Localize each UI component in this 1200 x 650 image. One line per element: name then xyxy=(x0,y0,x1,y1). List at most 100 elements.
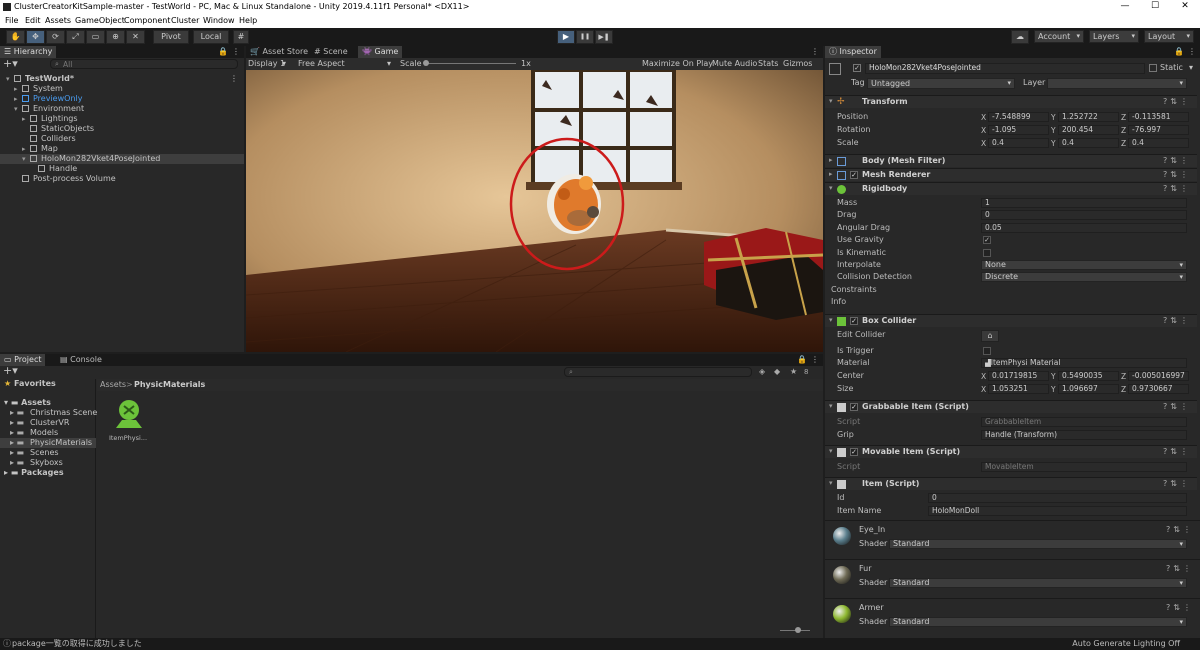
center-z-field[interactable]: -0.005016997 xyxy=(1128,371,1189,381)
tree-arrow-icon[interactable]: ▾ xyxy=(22,154,26,164)
rigidbody-options-icon[interactable]: ?⇅⋮ xyxy=(1163,184,1191,193)
rect-tool-icon[interactable]: ▭ xyxy=(86,30,105,44)
position-y-field[interactable]: 1.252722 xyxy=(1058,112,1119,122)
coll-dropdown[interactable]: Discrete xyxy=(981,272,1187,282)
position-z-field[interactable]: -0.113581 xyxy=(1128,112,1189,122)
project-search-input[interactable]: ⌕ xyxy=(564,367,752,377)
game-menu-icon[interactable]: ⋮ xyxy=(811,47,819,57)
movable-header[interactable]: ▾ ✓ Movable Item (Script) ?⇅⋮ xyxy=(825,445,1197,458)
cloud-icon[interactable]: ☁ xyxy=(1011,30,1029,44)
rotate-tool-icon[interactable]: ⟳ xyxy=(46,30,65,44)
edit-collider-button[interactable]: ⌂ xyxy=(981,330,999,342)
favorite-star-icon[interactable]: ★ xyxy=(790,367,797,377)
shader-dropdown[interactable]: Standard xyxy=(889,578,1187,588)
item-name-field[interactable]: HoloMonDoll xyxy=(928,506,1187,516)
tree-arrow-icon[interactable]: ▸ xyxy=(22,144,26,154)
tag-dropdown[interactable]: Untagged xyxy=(867,78,1015,89)
material-options-icon[interactable]: ?⇅⋮ xyxy=(1166,525,1194,535)
status-message[interactable]: package一覧の取得に成功しました xyxy=(12,639,142,649)
scale-y-field[interactable]: 0.4 xyxy=(1058,138,1119,148)
center-x-field[interactable]: 0.01719815 xyxy=(988,371,1049,381)
game-view-render[interactable] xyxy=(246,70,823,352)
transform-tool-icon[interactable]: ⊕ xyxy=(106,30,125,44)
gravity-checkbox[interactable]: ✓ xyxy=(983,236,991,244)
box-collider-header[interactable]: ▾ ✓ Box Collider ?⇅⋮ xyxy=(825,314,1197,327)
pivot-button[interactable]: Pivot xyxy=(153,30,189,44)
project-menu-icon[interactable]: ⋮ xyxy=(811,355,819,365)
breadcrumb-assets[interactable]: Assets xyxy=(100,380,126,390)
center-y-field[interactable]: 0.5490035 xyxy=(1058,371,1119,381)
folder-item[interactable]: ▸ ▬ PhysicMaterials xyxy=(0,438,96,448)
hierarchy-item[interactable]: Handle xyxy=(0,164,244,174)
menu-window[interactable]: Window xyxy=(203,16,235,25)
kinematic-checkbox[interactable] xyxy=(983,249,991,257)
id-field[interactable]: 0 xyxy=(928,493,1187,503)
size-z-field[interactable]: 0.9730667 xyxy=(1128,384,1189,394)
display-dropdown[interactable]: Display 1 xyxy=(248,59,285,69)
folder-item[interactable]: ▸ ▬ Scenes xyxy=(0,448,96,458)
box-collider-options-icon[interactable]: ?⇅⋮ xyxy=(1163,316,1191,325)
is-trigger-checkbox[interactable] xyxy=(983,347,991,355)
aspect-dropdown[interactable]: Free Aspect xyxy=(298,59,345,69)
favorites-item[interactable]: ★ Favorites xyxy=(4,379,56,389)
movable-checkbox[interactable]: ✓ xyxy=(850,448,858,456)
layer-dropdown[interactable] xyxy=(1047,78,1187,89)
hierarchy-item[interactable]: ▸ Lightings xyxy=(0,114,244,124)
play-button[interactable]: ▶ xyxy=(557,30,575,44)
tree-arrow-icon[interactable]: ▸ xyxy=(14,84,18,94)
menu-assets[interactable]: Assets xyxy=(45,16,71,25)
hierarchy-item[interactable]: Colliders xyxy=(0,134,244,144)
box-collider-checkbox[interactable]: ✓ xyxy=(850,317,858,325)
menu-help[interactable]: Help xyxy=(239,16,257,25)
packages-folder[interactable]: ▸ ▬ Packages xyxy=(4,468,64,478)
gizmos-dropdown[interactable]: Gizmos xyxy=(783,59,812,69)
move-tool-icon[interactable]: ✥ xyxy=(26,30,45,44)
icon-size-slider-thumb[interactable] xyxy=(795,627,801,633)
panel-menu-icon[interactable]: ⋮ xyxy=(232,47,240,57)
tab-console[interactable]: ▤ Console xyxy=(56,354,106,366)
lock-icon[interactable]: 🔒 xyxy=(218,47,228,57)
lighting-status[interactable]: Auto Generate Lighting Off xyxy=(1072,639,1180,649)
material-field[interactable]: ▟ItemPhysi Material xyxy=(981,358,1187,368)
menu-cluster[interactable]: Cluster xyxy=(171,16,199,25)
grabbable-header[interactable]: ▾ ✓ Grabbable Item (Script) ?⇅⋮ xyxy=(825,400,1197,413)
mute-audio-toggle[interactable]: Mute Audio xyxy=(712,59,757,69)
menu-gameobject[interactable]: GameObject xyxy=(75,16,125,25)
hierarchy-item[interactable]: ▾ TestWorld* ⋮ xyxy=(0,74,244,84)
hierarchy-item[interactable]: ▾ Environment xyxy=(0,104,244,114)
size-y-field[interactable]: 1.096697 xyxy=(1058,384,1119,394)
close-button[interactable]: ✕ xyxy=(1175,1,1195,11)
shader-dropdown[interactable]: Standard xyxy=(889,539,1187,549)
folder-item[interactable]: ▸ ▬ Skyboxs xyxy=(0,458,96,468)
rotation-x-field[interactable]: -1.095 xyxy=(988,125,1049,135)
project-lock-icon[interactable]: 🔒 xyxy=(797,355,807,365)
tab-inspector[interactable]: ⓘ Inspector xyxy=(825,46,881,58)
step-button[interactable]: ▶❚ xyxy=(595,30,613,44)
mesh-renderer-options-icon[interactable]: ?⇅⋮ xyxy=(1163,170,1191,179)
angdrag-field[interactable]: 0.05 xyxy=(981,223,1187,233)
tree-arrow-icon[interactable]: ▸ xyxy=(14,94,18,104)
rotation-z-field[interactable]: -76.997 xyxy=(1128,125,1189,135)
hierarchy-item[interactable]: Post-process Volume xyxy=(0,174,244,184)
transform-header[interactable]: ▾ ✢ Transform ?⇅⋮ xyxy=(825,95,1197,108)
material-options-icon[interactable]: ?⇅⋮ xyxy=(1166,603,1194,613)
account-dropdown[interactable]: Account xyxy=(1034,30,1084,43)
holomon-doll-object[interactable] xyxy=(547,174,601,234)
hand-tool-icon[interactable]: ✋ xyxy=(6,30,25,44)
minimize-button[interactable]: — xyxy=(1115,1,1135,11)
folder-item[interactable]: ▸ ▬ Christmas Scene xyxy=(0,408,97,418)
hierarchy-item[interactable]: ▸ System xyxy=(0,84,244,94)
menu-edit[interactable]: Edit xyxy=(25,16,41,25)
tree-arrow-icon[interactable]: ▾ xyxy=(6,74,10,84)
constraints-foldout[interactable]: Constraints xyxy=(831,285,877,295)
active-checkbox[interactable]: ✓ xyxy=(853,64,861,72)
component-options-icon[interactable]: ?⇅⋮ xyxy=(1163,97,1191,106)
custom-tool-icon[interactable]: ✕ xyxy=(126,30,145,44)
scale-tool-icon[interactable]: ⤢ xyxy=(66,30,85,44)
create-plus-icon[interactable]: +▾ xyxy=(3,58,18,69)
tree-arrow-icon[interactable]: ▾ xyxy=(14,104,18,114)
tab-scene[interactable]: # Scene xyxy=(310,46,352,58)
stats-toggle[interactable]: Stats xyxy=(758,59,778,69)
grabbable-options-icon[interactable]: ?⇅⋮ xyxy=(1163,402,1191,411)
scale-slider-track[interactable] xyxy=(424,63,516,64)
